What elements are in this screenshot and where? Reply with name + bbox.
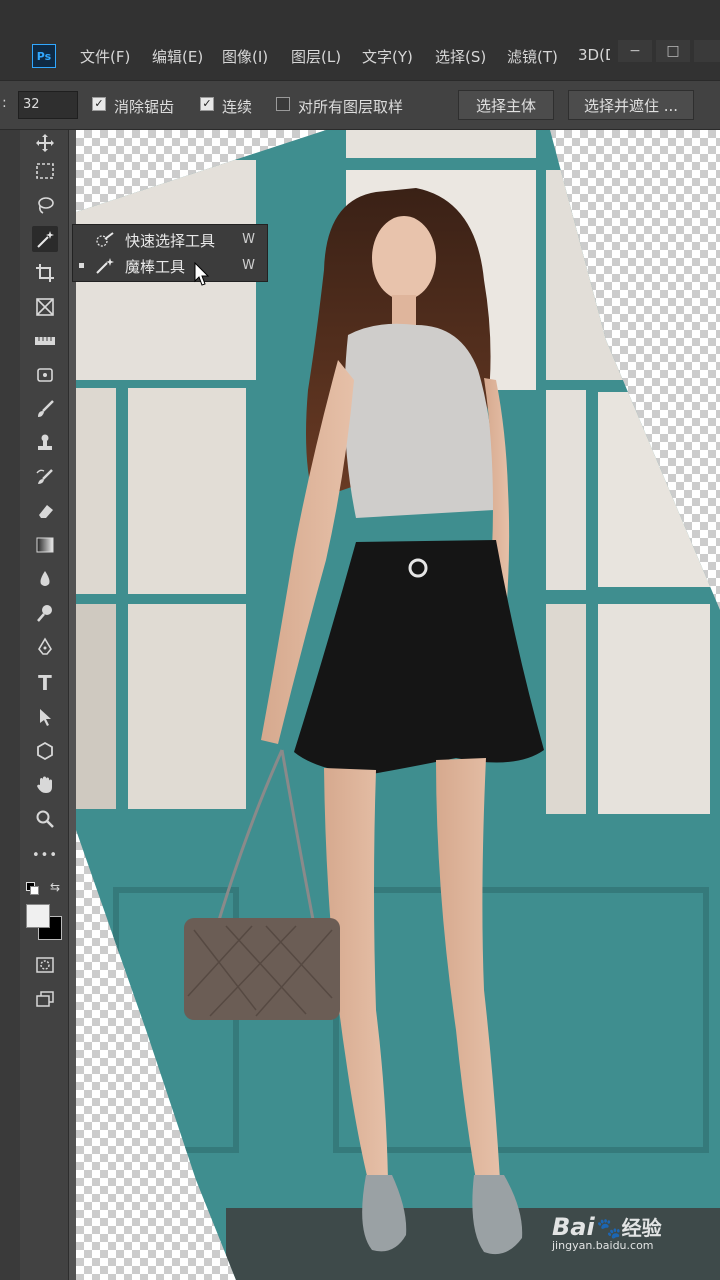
- minimize-button[interactable]: −: [618, 40, 652, 62]
- menu-3d[interactable]: 3D(D: [578, 46, 610, 64]
- magic-wand-tool-icon[interactable]: [32, 226, 58, 252]
- select-subject-button[interactable]: 选择主体: [458, 90, 554, 120]
- select-and-mask-button[interactable]: 选择并遮住 ...: [568, 90, 694, 120]
- options-bar: : 32 ✓ 消除锯齿 ✓ 连续 对所有图层取样 选择主体 选择并遮住 ...: [0, 80, 720, 130]
- menu-layer[interactable]: 图层(L): [291, 46, 341, 67]
- paw-icon: 🐾: [596, 1216, 622, 1240]
- patch-tool-icon[interactable]: [32, 362, 58, 388]
- screen-mode-icon[interactable]: [32, 986, 58, 1012]
- flyout-label-magic-wand: 魔棒工具: [125, 258, 186, 276]
- dodge-tool-icon[interactable]: [32, 600, 58, 626]
- lasso-tool-icon[interactable]: [32, 192, 58, 218]
- menu-image[interactable]: 图像(I): [222, 46, 268, 67]
- watermark-url: jingyan.baidu.com: [552, 1239, 654, 1252]
- more-tools-icon[interactable]: •••: [32, 842, 58, 868]
- ruler-tool-icon[interactable]: [32, 328, 58, 354]
- watermark-brand-2: 经验: [621, 1216, 662, 1240]
- menu-type[interactable]: 文字(Y): [362, 46, 413, 67]
- document-canvas[interactable]: Bai 🐾经验 jingyan.baidu.com: [76, 130, 720, 1280]
- contiguous-checkbox[interactable]: ✓: [200, 97, 214, 111]
- flyout-item-quick-selection[interactable]: 快速选择工具 W: [73, 227, 267, 253]
- marquee-tool-icon[interactable]: [32, 158, 58, 184]
- menu-bar: Ps 文件(F) 编辑(E) 图像(I) 图层(L) 文字(Y) 选择(S) 滤…: [0, 0, 720, 80]
- gradient-tool-icon[interactable]: [32, 532, 58, 558]
- contiguous-label: 连续: [222, 98, 253, 116]
- menu-filter[interactable]: 滤镜(T): [507, 46, 558, 67]
- baidu-watermark: Bai 🐾经验 jingyan.baidu.com: [552, 1212, 662, 1252]
- quick-selection-icon: [95, 231, 115, 249]
- maximize-button[interactable]: □: [656, 40, 690, 62]
- antialias-label: 消除锯齿: [114, 98, 175, 116]
- sample-all-layers-label: 对所有图层取样: [298, 98, 404, 116]
- tolerance-input[interactable]: 32: [18, 91, 78, 119]
- history-brush-icon[interactable]: [32, 464, 58, 490]
- flyout-shortcut-magic-wand: W: [242, 258, 255, 273]
- stamp-tool-icon[interactable]: [32, 430, 58, 456]
- flyout-item-magic-wand[interactable]: 魔棒工具 W: [73, 253, 267, 279]
- close-button[interactable]: [694, 40, 720, 62]
- photo-layer: [76, 130, 720, 1280]
- foreground-color-swatch[interactable]: [26, 904, 50, 928]
- left-edge-strip: [0, 130, 20, 1280]
- path-select-tool-icon[interactable]: [32, 704, 58, 730]
- mouse-cursor-icon: [194, 262, 210, 286]
- photoshop-logo: Ps: [32, 44, 56, 68]
- pen-tool-icon[interactable]: [32, 634, 58, 660]
- sample-all-layers-checkbox[interactable]: [276, 97, 290, 111]
- magic-wand-icon: [95, 257, 115, 275]
- move-tool-icon[interactable]: [32, 130, 58, 156]
- eraser-tool-icon[interactable]: [32, 498, 58, 524]
- zoom-tool-icon[interactable]: [32, 806, 58, 832]
- antialias-checkbox[interactable]: ✓: [92, 97, 106, 111]
- default-colors-icon[interactable]: [26, 882, 40, 896]
- tools-panel: T ••• ⇆: [20, 130, 69, 1280]
- quick-mask-icon[interactable]: [32, 952, 58, 978]
- tolerance-colon: :: [2, 95, 7, 111]
- menu-select[interactable]: 选择(S): [435, 46, 486, 67]
- selected-bullet-icon: [79, 263, 84, 268]
- flyout-label-quick-selection: 快速选择工具: [125, 232, 216, 250]
- watermark-brand: Bai: [552, 1213, 595, 1241]
- frame-tool-icon[interactable]: [32, 294, 58, 320]
- flyout-shortcut-quick-selection: W: [242, 232, 255, 247]
- brush-tool-icon[interactable]: [32, 396, 58, 422]
- blur-tool-icon[interactable]: [32, 566, 58, 592]
- tool-flyout-menu: 快速选择工具 W 魔棒工具 W: [72, 224, 268, 282]
- crop-tool-icon[interactable]: [32, 260, 58, 286]
- swap-colors-icon[interactable]: ⇆: [50, 880, 64, 894]
- hand-tool-icon[interactable]: [32, 772, 58, 798]
- menu-edit[interactable]: 编辑(E): [152, 46, 203, 67]
- shape-tool-icon[interactable]: [32, 738, 58, 764]
- type-tool-icon[interactable]: T: [32, 670, 58, 696]
- menu-file[interactable]: 文件(F): [80, 46, 130, 67]
